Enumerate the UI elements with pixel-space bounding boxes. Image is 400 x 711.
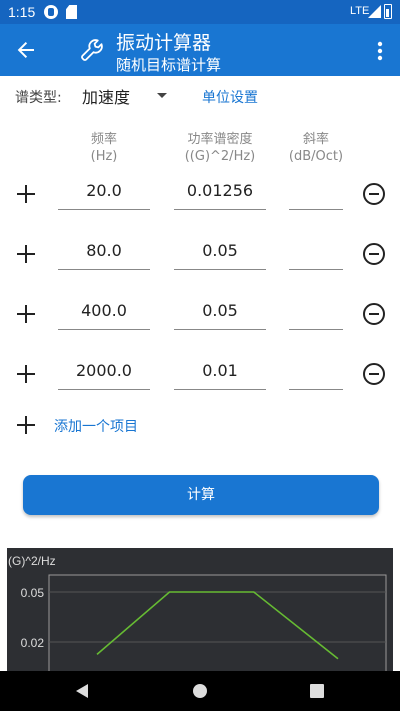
frequency-input[interactable]: 20.0 [58,176,150,210]
chart-ytick-label: 0.02 [21,636,45,650]
column-header-frequency: 频率 (Hz) [49,131,159,165]
column-header-name: 功率谱密度 [187,132,253,147]
battery-icon [384,4,392,19]
psd-chart-svg: (G)^2/Hz 0.05 0.02 [8,554,387,671]
column-header-unit: ((G)^2/Hz) [184,149,256,164]
dropdown-caret-icon [157,93,167,98]
spectrum-type-value: 加速度 [82,88,131,107]
slope-input[interactable] [289,356,343,390]
frequency-input[interactable]: 80.0 [58,236,150,270]
back-arrow-icon[interactable] [12,36,40,64]
app-title: 振动计算器 [116,32,212,54]
slope-input[interactable] [289,296,343,330]
spectrum-type-dropdown[interactable]: 加速度 [82,84,172,108]
remove-row-minus-icon[interactable] [363,183,385,205]
psd-input[interactable]: 0.01256 [174,176,266,210]
wrench-icon [81,39,103,61]
app-subtitle: 随机目标谱计算 [116,56,222,74]
column-header-name: 斜率 [302,132,329,147]
remove-row-minus-icon[interactable] [363,363,385,385]
status-bar: 1:15 LTE [0,0,400,24]
insert-row-plus-icon[interactable] [17,244,37,264]
add-item-row[interactable]: 添加一个项目 [0,412,400,438]
slope-input[interactable] [289,236,343,270]
psd-series-line [96,591,339,660]
column-header-unit: (dB/Oct) [288,149,344,164]
nav-back-icon[interactable] [76,684,88,698]
app-bar: 振动计算器 随机目标谱计算 [0,24,400,76]
spectrum-row: 20.0 0.01256 [0,174,400,218]
remove-row-minus-icon[interactable] [363,243,385,265]
psd-input[interactable]: 0.05 [174,236,266,270]
psd-chart: (G)^2/Hz 0.05 0.02 [7,548,393,671]
column-header-unit: (Hz) [90,149,118,164]
unit-settings-link[interactable]: 单位设置 [202,87,258,107]
column-header-slope: 斜率 (dB/Oct) [261,131,371,165]
status-time: 1:15 [8,4,36,20]
notification-p-icon [44,5,58,19]
network-type: LTE [350,5,370,17]
spectrum-row: 400.0 0.05 [0,294,400,338]
spectrum-row: 2000.0 0.01 [0,354,400,398]
insert-row-plus-icon[interactable] [17,364,37,384]
remove-row-minus-icon[interactable] [363,303,385,325]
system-nav-bar [0,671,400,711]
signal-icon [368,5,381,18]
spectrum-row: 80.0 0.05 [0,234,400,278]
psd-input[interactable]: 0.05 [174,296,266,330]
nav-recents-icon[interactable] [310,684,324,698]
sd-card-icon [66,5,77,19]
more-vert-icon[interactable] [366,37,394,65]
chart-ytick-label: 0.05 [21,586,45,600]
chart-series-group [96,591,339,660]
add-item-plus-icon[interactable] [17,415,37,435]
nav-home-icon[interactable] [193,684,207,698]
frequency-input[interactable]: 400.0 [58,296,150,330]
psd-input[interactable]: 0.01 [174,356,266,390]
chart-ylabel: (G)^2/Hz [8,554,56,568]
spectrum-type-label: 谱类型: [15,90,62,106]
insert-row-plus-icon[interactable] [17,304,37,324]
column-header-name: 频率 [90,132,117,147]
add-item-label[interactable]: 添加一个项目 [54,416,138,436]
insert-row-plus-icon[interactable] [17,184,37,204]
slope-input[interactable] [289,176,343,210]
calculate-button[interactable]: 计算 [23,475,379,515]
column-header-psd: 功率谱密度 ((G)^2/Hz) [165,131,275,165]
frequency-input[interactable]: 2000.0 [58,356,150,390]
